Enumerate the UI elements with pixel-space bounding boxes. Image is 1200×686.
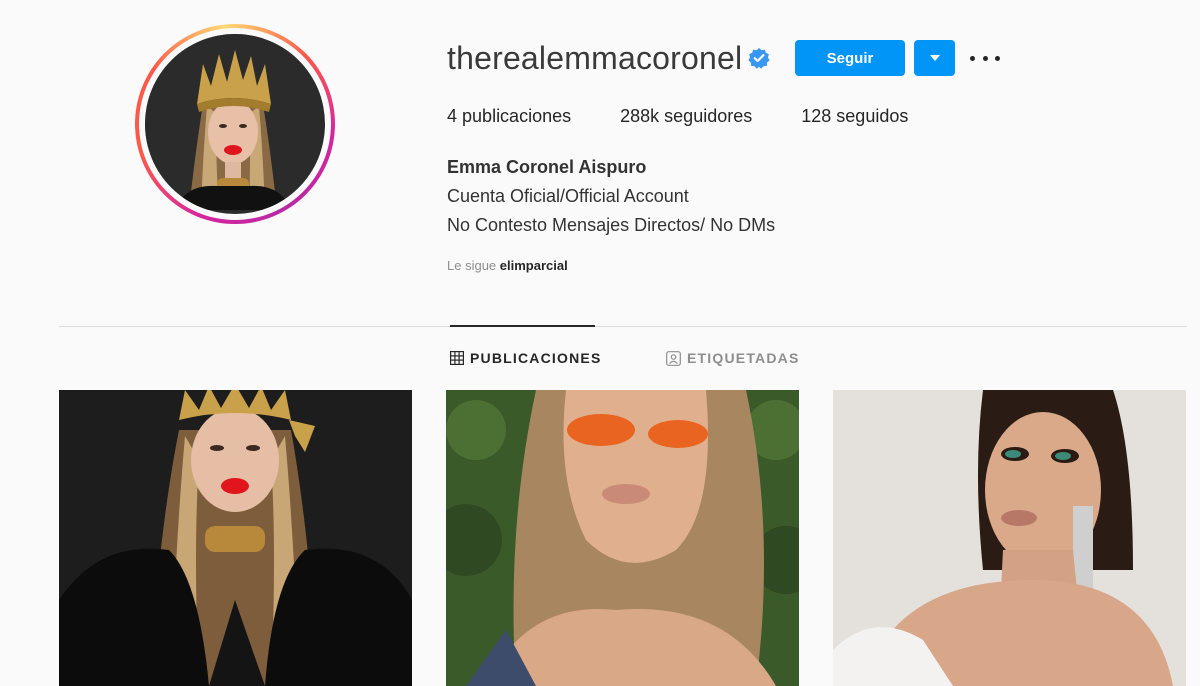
- avatar-border: [139, 28, 331, 220]
- following-label: seguidos: [836, 106, 909, 126]
- posts-label: publicaciones: [462, 106, 572, 126]
- bio-line: No Contesto Mensajes Directos/ No DMs: [447, 215, 776, 235]
- followed-by[interactable]: Le sigue elimparcial: [447, 258, 568, 273]
- more-dot-icon: [995, 55, 1000, 61]
- more-dot-icon: [970, 55, 975, 61]
- post-thumbnail[interactable]: [446, 390, 799, 686]
- followed-by-user[interactable]: elimparcial: [500, 258, 568, 273]
- tab-tagged[interactable]: ETIQUETADAS: [666, 350, 800, 366]
- posts-count-stat: 4 publicaciones: [447, 106, 571, 127]
- tab-posts[interactable]: PUBLICACIONES: [450, 350, 602, 366]
- post-photo-crown-portrait: [59, 390, 412, 686]
- followers-count: 288k: [620, 106, 660, 126]
- tab-label: PUBLICACIONES: [470, 350, 602, 366]
- following-stat[interactable]: 128 seguidos: [801, 106, 908, 127]
- avatar[interactable]: [145, 34, 325, 214]
- followers-label: seguidores: [664, 106, 753, 126]
- caret-down-icon: [929, 55, 940, 61]
- followers-stat[interactable]: 288k seguidores: [620, 106, 752, 127]
- grid-icon: [450, 351, 464, 365]
- bio-line: Cuenta Oficial/Official Account: [447, 186, 689, 206]
- post-photo-orange-eyeshadow: [446, 390, 799, 686]
- profile-username: therealemmacoronel: [447, 40, 743, 76]
- more-options-button[interactable]: [970, 48, 1000, 68]
- verified-badge-icon: [748, 47, 770, 69]
- post-photo-earrings-portrait: [833, 390, 1186, 686]
- post-thumbnail[interactable]: [833, 390, 1186, 686]
- following-count: 128: [801, 106, 832, 126]
- tabs-divider: [59, 326, 1187, 327]
- tab-label: ETIQUETADAS: [687, 350, 800, 366]
- tagged-icon: [666, 350, 681, 366]
- follow-button[interactable]: Seguir: [795, 40, 905, 76]
- avatar-photo-illustration: [145, 34, 321, 210]
- active-tab-indicator: [450, 325, 595, 327]
- profile-full-name: Emma Coronel Aispuro: [447, 157, 647, 177]
- profile-avatar-ring[interactable]: [135, 24, 335, 224]
- post-thumbnail[interactable]: [59, 390, 412, 686]
- profile-stats: 4 publicaciones 288k seguidores 128 segu…: [447, 106, 957, 127]
- suggestions-dropdown-button[interactable]: [914, 40, 955, 76]
- posts-count: 4: [447, 106, 458, 126]
- more-dot-icon: [982, 55, 988, 61]
- followed-by-prefix: Le sigue: [447, 258, 497, 273]
